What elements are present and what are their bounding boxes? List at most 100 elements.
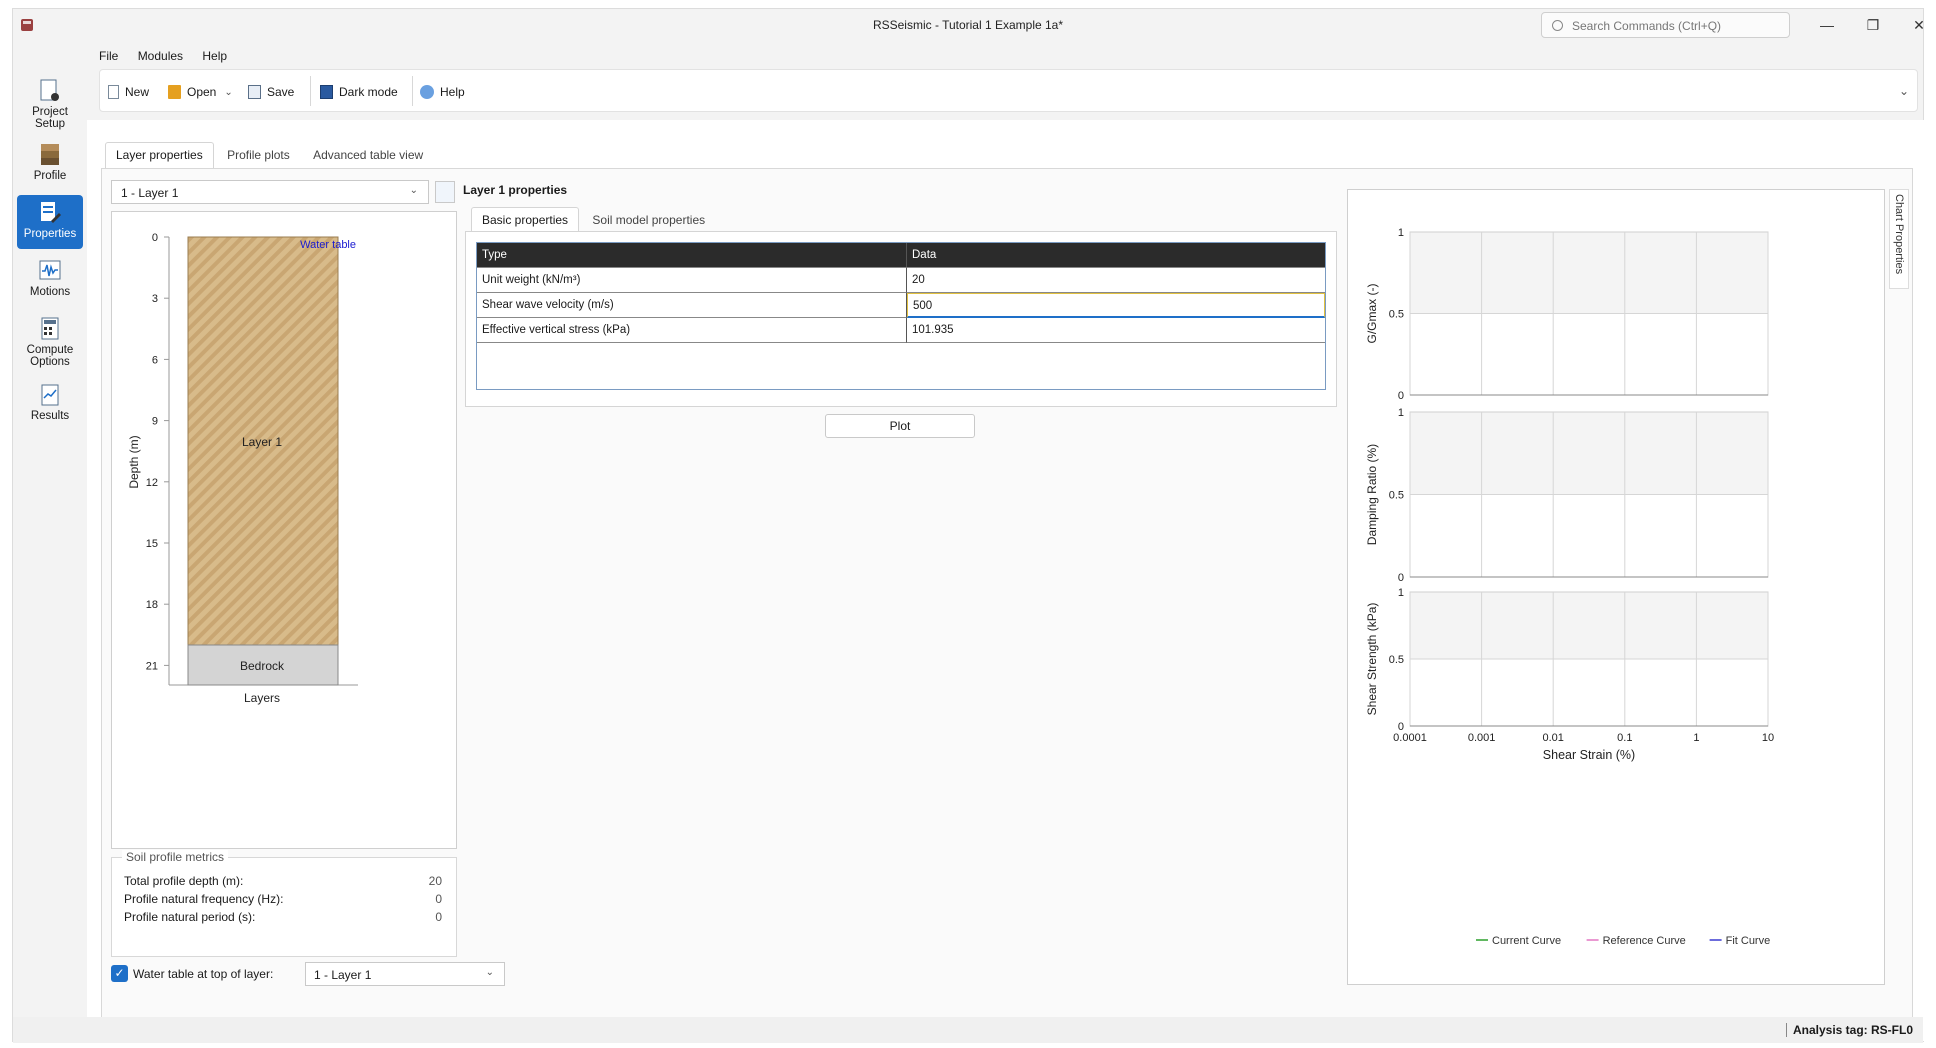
project-setup-icon: [40, 79, 59, 101]
x-axis-label: Layers: [244, 691, 280, 705]
y-tick-label: 0: [1398, 390, 1404, 402]
plot-button[interactable]: Plot: [825, 414, 975, 438]
menu-bar: File Modules Help: [99, 49, 243, 71]
left-navigation: Project Setup Profile Properties Motions…: [13, 73, 87, 473]
open-folder-icon: [168, 85, 181, 99]
y-tick-label: 0.5: [1389, 654, 1404, 666]
legend-item: Reference Curve: [1603, 935, 1686, 947]
new-button[interactable]: New: [108, 82, 149, 102]
table-row[interactable]: Shear wave velocity (m/s) 500: [477, 293, 1325, 318]
column-header-type: Type: [477, 243, 907, 268]
restore-button[interactable]: ❐: [1859, 15, 1887, 35]
tab-layer-properties[interactable]: Layer properties: [105, 142, 214, 168]
curves-charts: 1 0.5 0 G/Gmax (-) 1 0.5 0 Damping Ratio (%) 1 0.…: [1365, 227, 1774, 947]
column-header-data: Data: [907, 243, 1325, 268]
water-table-checkbox[interactable]: ✓: [111, 965, 128, 982]
y-tick-label: 0.5: [1389, 490, 1404, 502]
toolbar-divider: [310, 76, 311, 106]
copy-layer-icon[interactable]: [435, 181, 455, 203]
help-button[interactable]: Help: [420, 82, 465, 102]
layer-select[interactable]: 1 - Layer 1 ⌄: [111, 180, 429, 204]
y-tick-label: 18: [146, 599, 158, 611]
plot-upper-band: [1410, 592, 1768, 659]
y-tick-label: 1: [1398, 227, 1404, 239]
y-tick-label: 21: [146, 660, 158, 672]
title-bar: RSSeismic - Tutorial 1 Example 1a* Searc…: [13, 9, 1925, 41]
water-table-checkbox-label: Water table at top of layer:: [133, 967, 274, 981]
menu-help[interactable]: Help: [202, 49, 227, 63]
y-tick-label: 0: [1398, 572, 1404, 584]
dark-mode-button[interactable]: Dark mode: [320, 82, 398, 102]
y-tick-label: 12: [146, 477, 158, 489]
analysis-tag: Analysis tag: RS-FL0: [1785, 1023, 1913, 1037]
calculator-icon: [41, 317, 59, 340]
minimize-button[interactable]: —: [1813, 15, 1841, 35]
plot-upper-band: [1410, 412, 1768, 495]
y-tick-label: 0.5: [1389, 309, 1404, 321]
metrics-title: Soil profile metrics: [122, 850, 229, 864]
x-axis-label: Shear Strain (%): [1543, 748, 1635, 762]
metric-row: Profile natural frequency (Hz): 0: [124, 892, 442, 906]
expand-toolbar-chevron-icon[interactable]: ⌄: [1899, 84, 1909, 98]
tab-soil-model-properties[interactable]: Soil model properties: [582, 208, 715, 233]
x-tick-label: 0.0001: [1393, 732, 1427, 744]
save-icon: [248, 85, 261, 99]
y-tick-label: 0: [152, 232, 158, 244]
table-row[interactable]: Effective vertical stress (kPa) 101.935: [477, 318, 1325, 343]
nav-properties[interactable]: Properties: [17, 195, 83, 249]
y-tick-label: 3: [152, 293, 158, 305]
soil-profile-plot: 0 3 6 9 12 15 18 21 Layer 1 Bedrock Water table…: [111, 211, 457, 849]
chevron-down-icon: ⌄: [485, 967, 494, 978]
nav-compute-options[interactable]: Compute Options: [17, 311, 83, 373]
effective-vertical-stress-cell[interactable]: 101.935: [907, 318, 1325, 343]
close-button[interactable]: ✕: [1905, 15, 1933, 35]
toolbar: New Open ⌄ Save Dark mode Help ⌄: [99, 69, 1918, 112]
y-tick-label: 1: [1398, 587, 1404, 599]
nav-results[interactable]: Results: [17, 377, 83, 431]
tab-advanced-table-view[interactable]: Advanced table view: [303, 143, 433, 168]
properties-table: Type Data Unit weight (kN/m³) 20 Shear w…: [476, 242, 1326, 390]
y-axis-label: Shear Strength (kPa): [1365, 603, 1379, 716]
search-commands-input[interactable]: Search Commands (Ctrl+Q): [1541, 12, 1790, 38]
save-button[interactable]: Save: [248, 82, 294, 102]
properties-icon: [41, 202, 61, 223]
y-tick-label: 9: [152, 416, 158, 428]
bedrock-label: Bedrock: [240, 659, 285, 673]
new-file-icon: [108, 85, 119, 99]
nav-motions[interactable]: Motions: [17, 253, 83, 307]
layer-properties-title: Layer 1 properties: [463, 183, 568, 197]
water-table-layer-select[interactable]: 1 - Layer 1 ⌄: [305, 962, 505, 986]
tab-basic-properties[interactable]: Basic properties: [471, 207, 580, 233]
main-tabs: Layer properties Profile plots Advanced …: [105, 142, 433, 168]
metric-row: Profile natural period (s): 0: [124, 910, 442, 924]
table-row[interactable]: Unit weight (kN/m³) 20: [477, 268, 1325, 293]
motions-icon: [39, 260, 61, 280]
legend-item: Current Curve: [1492, 935, 1561, 947]
shear-wave-velocity-cell[interactable]: 500: [907, 293, 1325, 318]
plot-upper-band: [1410, 232, 1768, 314]
chevron-down-icon[interactable]: ⌄: [224, 87, 232, 98]
tab-profile-plots[interactable]: Profile plots: [217, 143, 300, 168]
x-tick-label: 0.1: [1617, 732, 1632, 744]
toolbar-divider: [412, 76, 413, 106]
nav-profile[interactable]: Profile: [17, 137, 83, 191]
chart-properties-panel-tab[interactable]: Chart Properties: [1889, 189, 1909, 289]
menu-file[interactable]: File: [99, 49, 118, 63]
search-placeholder: Search Commands (Ctrl+Q): [1572, 19, 1722, 33]
unit-weight-cell[interactable]: 20: [907, 268, 1325, 293]
x-tick-label: 0.001: [1468, 732, 1496, 744]
y-axis-label: Depth (m): [127, 435, 141, 488]
app-window: RSSeismic - Tutorial 1 Example 1a* Searc…: [12, 8, 1925, 1043]
menu-modules[interactable]: Modules: [138, 49, 183, 63]
soil-profile-metrics: Soil profile metrics Total profile depth…: [111, 850, 457, 957]
nav-project-setup[interactable]: Project Setup: [17, 73, 83, 135]
chevron-down-icon: ⌄: [409, 185, 418, 196]
status-bar: Analysis tag: RS-FL0: [13, 1017, 1923, 1043]
y-axis-label: G/Gmax (-): [1365, 284, 1379, 344]
open-button[interactable]: Open ⌄: [168, 82, 233, 102]
water-table-label: Water table: [300, 239, 356, 251]
x-tick-label: 0.01: [1542, 732, 1563, 744]
search-icon: [1552, 20, 1563, 31]
metric-row: Total profile depth (m): 20: [124, 874, 442, 888]
results-icon: [41, 384, 59, 406]
